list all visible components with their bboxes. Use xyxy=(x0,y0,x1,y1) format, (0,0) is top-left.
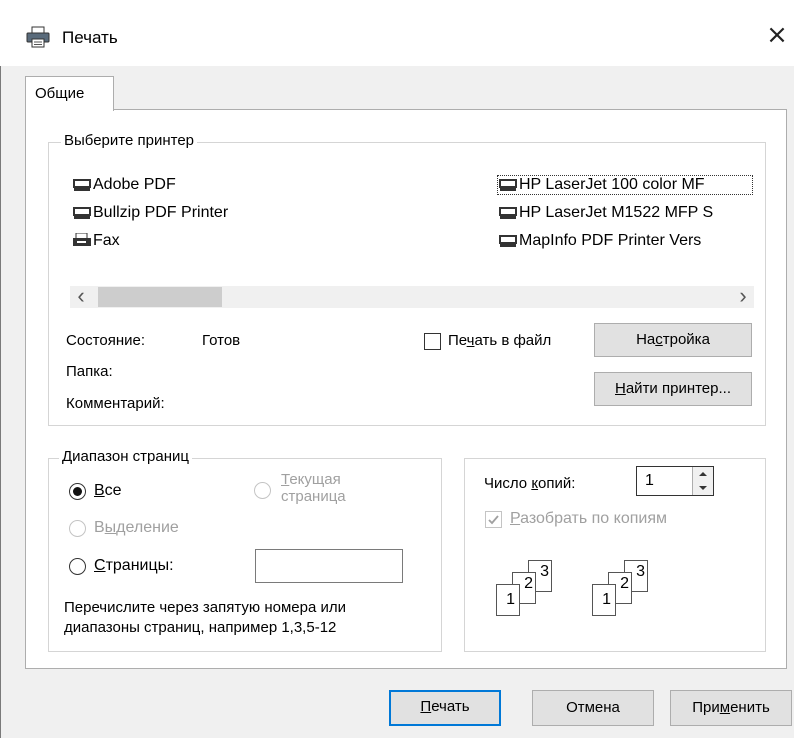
range-all-radio[interactable] xyxy=(69,483,86,500)
chevron-up-icon xyxy=(699,472,707,476)
copies-stepper[interactable] xyxy=(692,467,713,495)
collate-illustration-set-1: 3 2 1 xyxy=(496,560,566,624)
page-range-legend: Диапазон страниц xyxy=(59,448,192,465)
page-range-hint: Перечислите через запятую номера или диап… xyxy=(64,599,346,636)
print-button[interactable]: Печать xyxy=(389,690,501,726)
print-to-file-label[interactable]: Печать в файл xyxy=(448,332,551,349)
folder-label: Папка: xyxy=(66,363,113,380)
scroll-right-arrow[interactable]: › xyxy=(732,283,754,308)
fax-icon xyxy=(73,233,91,246)
collate-illustration-set-2: 3 2 1 xyxy=(592,560,662,624)
printer-icon xyxy=(499,235,517,247)
title-bar xyxy=(0,0,794,66)
print-to-file-checkbox[interactable] xyxy=(424,333,441,350)
range-pages-label[interactable]: Страницы: xyxy=(94,557,174,575)
page-range-input[interactable] xyxy=(255,549,403,583)
close-icon: × xyxy=(766,20,788,50)
scroll-left-arrow[interactable]: ‹ xyxy=(70,283,92,308)
range-selection-radio[interactable] xyxy=(69,520,86,537)
printer-icon xyxy=(73,207,91,219)
range-current-radio[interactable] xyxy=(254,482,271,499)
collate-checkbox[interactable] xyxy=(485,511,502,528)
checkmark-icon xyxy=(488,515,499,525)
window-border xyxy=(0,66,1,738)
copies-input[interactable]: 1 xyxy=(636,466,714,496)
range-all-label[interactable]: Все xyxy=(94,482,122,500)
range-current-label[interactable]: Текущая страница xyxy=(281,471,346,505)
printer-list-scrollbar[interactable]: ‹ › xyxy=(70,283,754,308)
printer-name: Adobe PDF xyxy=(93,176,176,193)
tab-label: Общие xyxy=(35,85,85,102)
scroll-thumb[interactable] xyxy=(98,287,222,307)
printer-item-fax[interactable]: Fax xyxy=(72,232,120,250)
printer-name: Fax xyxy=(93,232,120,249)
printer-icon xyxy=(26,26,50,48)
printer-name: Bullzip PDF Printer xyxy=(93,204,229,221)
printer-item-bullzip[interactable]: Bullzip PDF Printer xyxy=(72,204,228,222)
printer-item-hp-laserjet-m1522[interactable]: HP LaserJet M1522 MFP S xyxy=(498,204,752,222)
printer-icon xyxy=(499,207,517,219)
tab-general[interactable]: Общие xyxy=(25,76,114,111)
window-title: Печать xyxy=(62,28,118,47)
page-sheet: 1 xyxy=(592,584,616,616)
tab-panel: Выберите принтер Adobe PDF Bullzip PDF P… xyxy=(25,109,787,669)
printer-item-hp-laserjet-100[interactable]: HP LaserJet 100 color MF xyxy=(497,175,753,195)
printer-name: HP LaserJet M1522 MFP S xyxy=(519,204,714,221)
status-label: Состояние: xyxy=(66,332,146,349)
range-selection-label[interactable]: Выделение xyxy=(94,519,179,537)
printer-name: HP LaserJet 100 color MF xyxy=(519,176,705,193)
chevron-down-icon xyxy=(699,486,707,490)
apply-button[interactable]: Применить xyxy=(670,690,792,726)
printer-icon xyxy=(499,179,517,191)
copies-label: Число копий: xyxy=(484,475,576,492)
printer-icon xyxy=(73,179,91,191)
printer-item-mapinfo[interactable]: MapInfo PDF Printer Vers xyxy=(498,232,752,250)
page-sheet: 1 xyxy=(496,584,520,616)
range-pages-radio[interactable] xyxy=(69,558,86,575)
close-button[interactable]: × xyxy=(760,18,794,52)
printer-settings-button[interactable]: Настройка xyxy=(594,323,752,357)
collate-label[interactable]: Разобрать по копиям xyxy=(510,510,667,528)
printer-name: MapInfo PDF Printer Vers xyxy=(519,232,702,249)
find-printer-button[interactable]: Найти принтер... xyxy=(594,372,752,406)
printer-group-legend: Выберите принтер xyxy=(61,132,197,149)
cancel-button[interactable]: Отмена xyxy=(532,690,654,726)
comment-label: Комментарий: xyxy=(66,395,165,412)
printer-item-adobe-pdf[interactable]: Adobe PDF xyxy=(72,176,176,194)
status-value: Готов xyxy=(202,332,241,349)
